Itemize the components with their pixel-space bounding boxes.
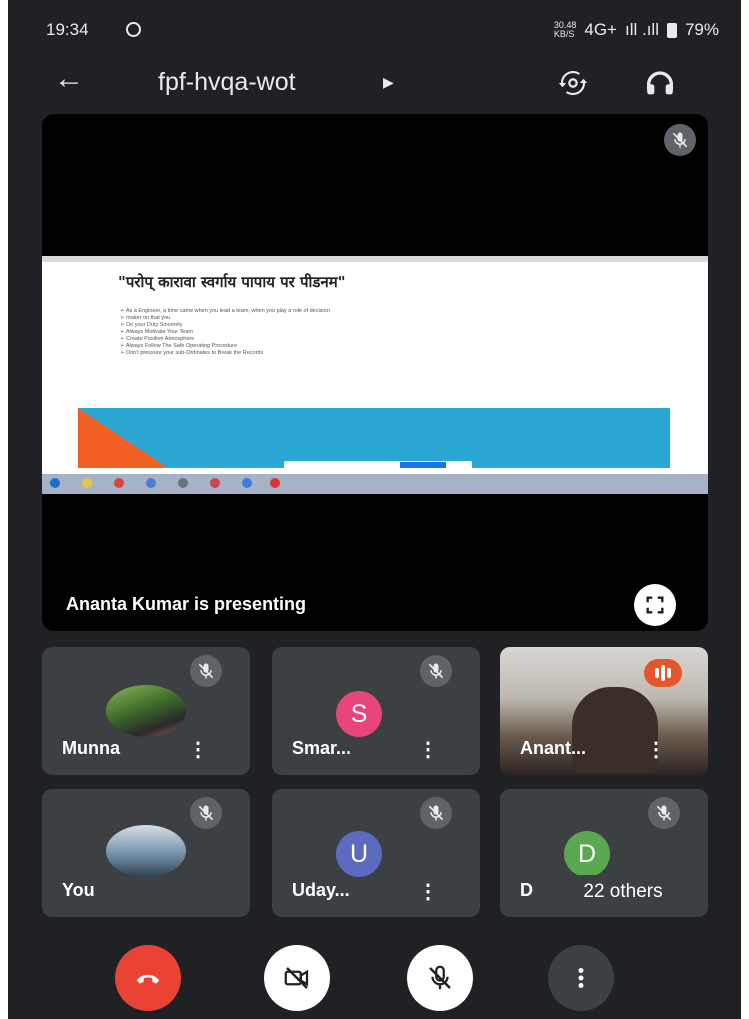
slide-heading: "परोप् कारावा स्वर्गाय पापाय पर पीडनम" xyxy=(118,273,346,291)
clock: 19:34 xyxy=(46,20,89,39)
mic-off-icon xyxy=(428,805,444,821)
back-arrow-icon[interactable]: ← xyxy=(54,62,84,96)
slide-bullet: Don't pressure your sub-Ordinates to Bre… xyxy=(120,350,330,357)
app-icon xyxy=(178,478,188,488)
participant-name: Anant... xyxy=(520,738,586,758)
network-speed: 30.48 KB/S xyxy=(553,20,577,39)
switch-camera-icon[interactable] xyxy=(556,66,590,100)
participant-name: Smar... xyxy=(292,738,352,758)
participant-tile[interactable]: S Smar... ⋮ xyxy=(272,647,480,775)
slide: "परोप् कारावा स्वर्गाय पापाय पर पीडनम" A… xyxy=(78,262,670,468)
battery-level: 79% xyxy=(684,20,719,39)
mic-off-icon xyxy=(656,805,672,821)
presentation-view[interactable]: "परोप् कारावा स्वर्गाय पापाय पर पीडनम" A… xyxy=(42,114,708,631)
muted-badge xyxy=(190,655,222,687)
participant-name: You xyxy=(62,880,95,900)
notification-icon xyxy=(126,22,141,37)
others-chip[interactable]: 22 others xyxy=(548,875,698,909)
meeting-top-bar: ← fpf-hvqa-wot ▶ xyxy=(8,56,741,114)
app-icon xyxy=(242,478,252,488)
headphones-icon[interactable] xyxy=(643,66,677,100)
participant-video-tile[interactable]: Anant... ⋮ xyxy=(500,647,708,775)
mic-toggle-button[interactable] xyxy=(407,945,473,1011)
mic-off-icon xyxy=(428,663,444,679)
avatar: U xyxy=(336,831,382,877)
more-vert-icon xyxy=(578,968,584,988)
battery-icon xyxy=(666,22,677,38)
more-options-button[interactable] xyxy=(548,945,614,1011)
avatar xyxy=(106,685,186,737)
camera-toggle-button[interactable] xyxy=(264,945,330,1011)
end-call-icon xyxy=(136,974,160,984)
participant-name: Munna xyxy=(62,738,120,758)
muted-badge xyxy=(190,797,222,829)
presenter-label: Ananta Kumar is presenting xyxy=(66,594,307,614)
end-call-button[interactable] xyxy=(115,945,181,1011)
avatar: S xyxy=(336,691,382,737)
notice-button xyxy=(400,462,446,468)
folder-icon xyxy=(82,478,92,488)
more-vert-icon[interactable]: ⋮ xyxy=(646,740,666,760)
slide-bullet: maker on that you xyxy=(120,315,330,322)
signal-icon: ıll .ıll xyxy=(624,20,659,39)
participant-name: Uday... xyxy=(292,880,350,900)
avatar xyxy=(106,825,186,877)
fullscreen-icon xyxy=(646,596,664,614)
mic-off-icon xyxy=(198,663,214,679)
app-icon xyxy=(270,478,280,488)
status-bar: 19:34 30.48 KB/S 4G+ ıll .ıll 79% xyxy=(8,0,741,56)
participant-tile[interactable]: You xyxy=(42,789,250,917)
mic-off-icon xyxy=(198,805,214,821)
slide-bullet: Always Follow The Safe Operating Procedu… xyxy=(120,343,330,350)
browser-icon xyxy=(114,478,124,488)
meeting-code[interactable]: fpf-hvqa-wot xyxy=(158,68,296,97)
expand-triangle-icon[interactable]: ▶ xyxy=(383,74,394,91)
muted-badge xyxy=(420,655,452,687)
shared-screen: "परोप् कारावा स्वर्गाय पापाय पर पीडनम" A… xyxy=(42,256,708,494)
mic-off-icon xyxy=(429,965,451,990)
participant-name: D xyxy=(520,880,533,900)
muted-badge xyxy=(648,797,680,829)
participant-tile[interactable]: U Uday... ⋮ xyxy=(272,789,480,917)
avatar: D xyxy=(564,831,610,877)
slide-bullet: Always Motivate Your Team xyxy=(120,329,330,336)
speaking-indicator-icon xyxy=(644,659,682,687)
slide-bullet: Do your Duty Sincerely xyxy=(120,322,330,329)
slide-bullet: Create Positive Atmosphere xyxy=(120,336,330,343)
start-icon xyxy=(50,478,60,488)
participant-tile[interactable]: D D 22 others xyxy=(500,789,708,917)
fullscreen-button[interactable] xyxy=(634,584,676,626)
slide-orange-triangle xyxy=(78,408,168,468)
windows-taskbar xyxy=(42,474,708,494)
muted-badge xyxy=(420,797,452,829)
more-vert-icon[interactable]: ⋮ xyxy=(418,882,438,902)
more-vert-icon[interactable]: ⋮ xyxy=(418,740,438,760)
participant-tile[interactable]: Munna ⋮ xyxy=(42,647,250,775)
camera-off-icon xyxy=(284,967,309,989)
presenter-muted-badge xyxy=(664,124,696,156)
app-icon xyxy=(210,478,220,488)
network-type: 4G+ xyxy=(584,20,617,39)
phone-screen: 19:34 30.48 KB/S 4G+ ıll .ıll 79% ← fpf-h… xyxy=(8,0,741,1019)
slide-bullet-list: As a Engineer, a time came when you lead… xyxy=(120,308,330,357)
slide-bullet: As a Engineer, a time came when you lead… xyxy=(120,308,330,315)
mic-off-icon xyxy=(672,132,688,148)
sharing-notice-bar xyxy=(284,461,472,469)
more-vert-icon[interactable]: ⋮ xyxy=(188,740,208,760)
status-indicators: 30.48 KB/S 4G+ ıll .ıll 79% xyxy=(554,20,719,40)
app-icon xyxy=(146,478,156,488)
